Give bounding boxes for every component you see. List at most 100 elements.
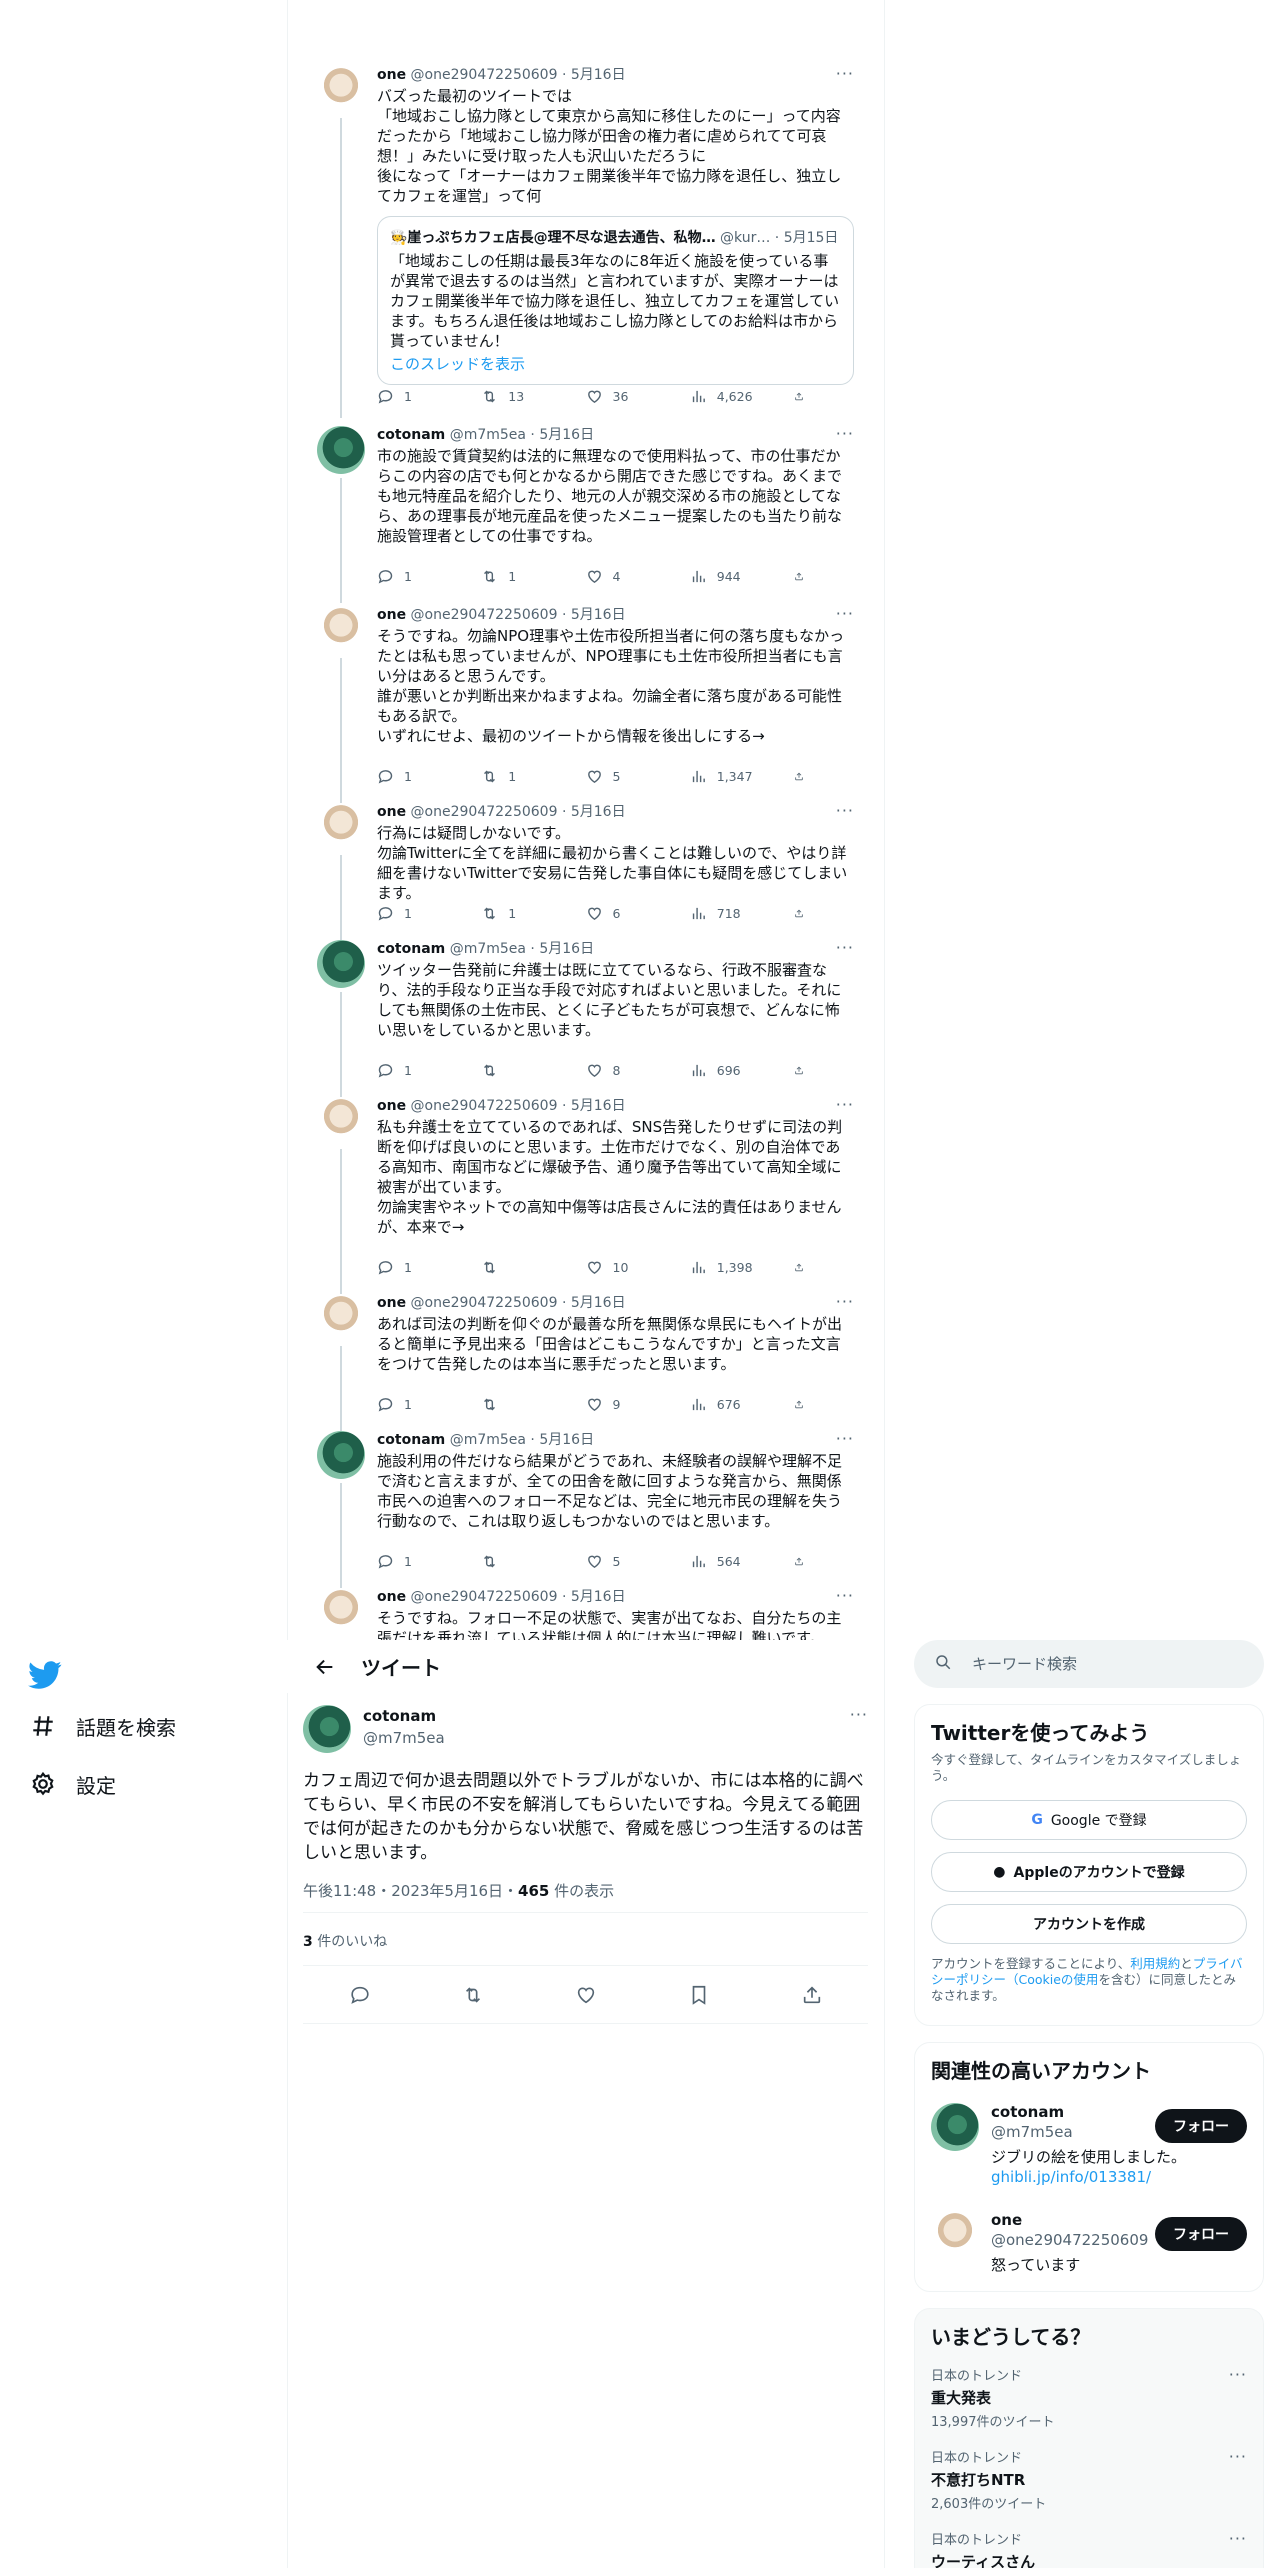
like-icon[interactable] — [566, 1975, 606, 2015]
avatar[interactable] — [317, 1588, 365, 1636]
reply-button[interactable]: 1 — [377, 566, 473, 586]
reply-button[interactable]: 1 — [377, 1551, 473, 1571]
more-icon[interactable]: ··· — [836, 1588, 854, 1605]
thread-tweet[interactable]: cotonam @m7m5ea · 5月16日 ··· ツイッター告発前に弁護士… — [301, 938, 870, 1097]
reply-button[interactable]: 1 — [377, 386, 473, 406]
more-icon[interactable]: ··· — [836, 64, 854, 83]
like-button[interactable]: 9 — [586, 1394, 682, 1414]
views-button[interactable]: 1,347 — [690, 766, 786, 786]
avatar[interactable] — [317, 1431, 365, 1479]
share-icon[interactable] — [794, 386, 814, 406]
trend-item[interactable]: 日本のトレンド 重大発表 13,997件のツイート ··· — [931, 2365, 1247, 2435]
user-handle[interactable]: @m7m5ea — [450, 941, 526, 957]
avatar[interactable] — [303, 1705, 351, 1753]
user-name[interactable]: one — [377, 607, 406, 623]
create-account-button[interactable]: アカウントを作成 — [931, 1904, 1247, 1944]
share-icon[interactable] — [794, 566, 814, 586]
thread-tweet[interactable]: one @one290472250609 · 5月16日 ··· 私も弁護士を立… — [301, 1095, 870, 1294]
user-handle[interactable]: @m7m5ea — [363, 1729, 445, 1747]
account-item[interactable]: cotonam @m7m5ea ジブリの絵を使用しました。 ghibli.jp/i… — [931, 2103, 1247, 2186]
user-handle[interactable]: @one290472250609 — [411, 1295, 558, 1311]
like-button[interactable]: 6 — [586, 903, 682, 923]
tweet-date[interactable]: 5月16日 — [539, 427, 594, 443]
like-button[interactable]: 36 — [586, 386, 682, 406]
tweet-date[interactable]: 5月16日 — [571, 607, 626, 623]
thread-tweet[interactable]: one @one290472250609 · 5月16日 ··· 行為には疑問し… — [301, 801, 870, 940]
retweet-button[interactable] — [481, 1551, 577, 1571]
more-icon[interactable]: ··· — [1229, 2447, 1247, 2466]
user-handle[interactable]: @one290472250609 — [411, 1098, 558, 1114]
views-button[interactable]: 718 — [690, 903, 786, 923]
more-icon[interactable]: ··· — [1229, 2529, 1247, 2548]
bookmark-icon[interactable] — [679, 1975, 719, 2015]
twitter-logo-icon[interactable] — [28, 1658, 62, 1692]
avatar[interactable] — [931, 2103, 979, 2151]
avatar[interactable] — [317, 940, 365, 988]
avatar[interactable] — [317, 1097, 365, 1145]
user-name[interactable]: one — [377, 1295, 406, 1311]
tweet-date[interactable]: 5月16日 — [571, 67, 626, 83]
account-name[interactable]: one — [991, 2211, 1022, 2229]
retweet-button[interactable]: 1 — [481, 566, 577, 586]
user-handle[interactable]: @m7m5ea — [450, 1432, 526, 1448]
thread-tweet[interactable]: cotonam @m7m5ea · 5月16日 ··· 市の施設で賃貸契約は法的… — [301, 424, 870, 603]
user-handle[interactable]: @m7m5ea — [450, 427, 526, 443]
apple-signup-button[interactable]: ● Appleのアカウントで登録 — [931, 1852, 1247, 1892]
user-handle[interactable]: @one290472250609 — [411, 607, 558, 623]
user-name[interactable]: cotonam — [363, 1707, 436, 1725]
show-thread-link[interactable]: このスレッドを表示 — [390, 353, 841, 374]
user-name[interactable]: cotonam — [377, 1432, 445, 1448]
reply-icon[interactable] — [340, 1975, 380, 2015]
retweet-button[interactable] — [481, 1060, 577, 1080]
quoted-tweet[interactable]: 🧑‍🍳崖っぷちカフェ店長@理不尽な退去通告、私物… @kur… · 5月15日 … — [377, 216, 854, 385]
tweet-date[interactable]: 5月16日 — [571, 1295, 626, 1311]
views-button[interactable]: 1,398 — [690, 1257, 786, 1277]
share-icon[interactable] — [794, 766, 814, 786]
views-button[interactable]: 944 — [690, 566, 786, 586]
thread-tweet[interactable]: one @one290472250609 · 5月16日 ··· あれば司法の判… — [301, 1292, 870, 1431]
like-button[interactable]: 8 — [586, 1060, 682, 1080]
account-name[interactable]: cotonam — [991, 2103, 1064, 2121]
share-icon[interactable] — [794, 1394, 814, 1414]
account-handle[interactable]: @one290472250609 — [991, 2231, 1148, 2249]
likes-summary[interactable]: 3 件のいいね — [303, 1931, 387, 1951]
tweet-time[interactable]: 午後11:48・2023年5月16日・ — [303, 1882, 518, 1900]
like-button[interactable]: 5 — [586, 766, 682, 786]
share-icon[interactable] — [794, 1551, 814, 1571]
account-bio-link[interactable]: ghibli.jp/info/013381/ — [991, 2168, 1151, 2186]
avatar[interactable] — [931, 2211, 979, 2259]
more-icon[interactable]: ··· — [836, 604, 854, 623]
user-name[interactable]: cotonam — [377, 427, 445, 443]
trend-item[interactable]: 日本のトレンド 不意打ちNTR 2,603件のツイート ··· — [931, 2447, 1247, 2517]
like-button[interactable]: 4 — [586, 566, 682, 586]
thread-tweet[interactable]: one @one290472250609 · 5月16日 ··· そうですね。勿… — [301, 604, 870, 803]
more-icon[interactable]: ··· — [850, 1705, 868, 1724]
retweet-button[interactable]: 1 — [481, 903, 577, 923]
user-name[interactable]: cotonam — [377, 941, 445, 957]
user-name[interactable]: one — [377, 1589, 406, 1605]
avatar[interactable] — [317, 1294, 365, 1342]
like-button[interactable]: 5 — [586, 1551, 682, 1571]
views-button[interactable]: 564 — [690, 1551, 786, 1571]
nav-settings[interactable]: 設定 — [28, 1764, 116, 1804]
user-name[interactable]: one — [377, 67, 406, 83]
account-handle[interactable]: @m7m5ea — [991, 2123, 1073, 2141]
retweet-button[interactable] — [481, 1394, 577, 1414]
retweet-button[interactable] — [481, 1257, 577, 1277]
follow-button[interactable]: フォロー — [1155, 2217, 1247, 2251]
avatar[interactable] — [317, 66, 365, 114]
avatar[interactable] — [317, 606, 365, 654]
avatar[interactable] — [317, 803, 365, 851]
google-signup-button[interactable]: G Google で登録 — [931, 1800, 1247, 1840]
views-button[interactable]: 676 — [690, 1394, 786, 1414]
retweet-button[interactable]: 13 — [481, 386, 577, 406]
more-icon[interactable]: ··· — [836, 1095, 854, 1114]
reply-button[interactable]: 1 — [377, 1257, 473, 1277]
user-handle[interactable]: @one290472250609 — [411, 67, 558, 83]
thread-tweet[interactable]: one @one290472250609 · 5月16日 ··· そうですね。フ… — [301, 1588, 870, 1640]
back-arrow-icon[interactable] — [297, 1640, 353, 1693]
tweet-date[interactable]: 5月16日 — [571, 804, 626, 820]
search-box[interactable] — [914, 1640, 1264, 1688]
follow-button[interactable]: フォロー — [1155, 2109, 1247, 2143]
reply-button[interactable]: 1 — [377, 766, 473, 786]
